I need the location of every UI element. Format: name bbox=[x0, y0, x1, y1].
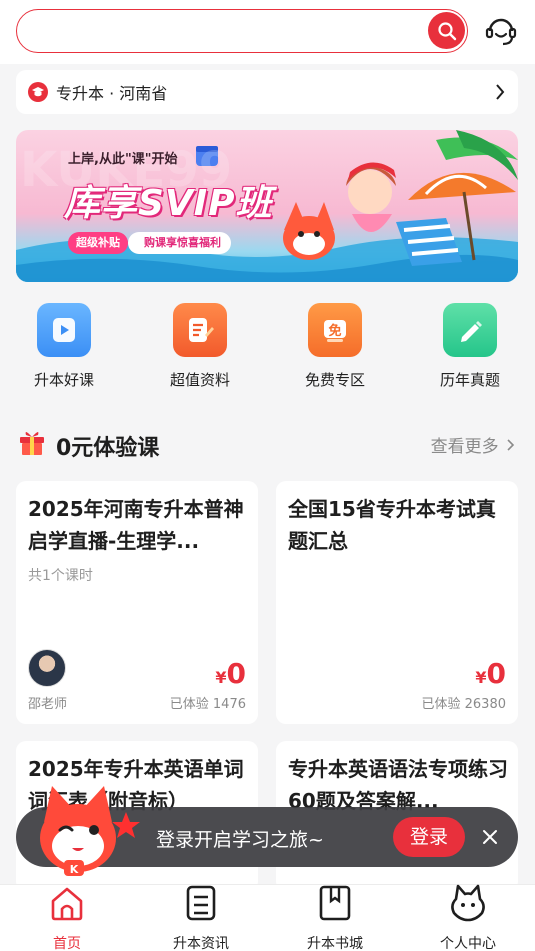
tab-label: 首页 bbox=[53, 936, 81, 951]
close-icon[interactable] bbox=[478, 825, 502, 849]
quick-nav-label: 免费专区 bbox=[304, 371, 365, 389]
quick-nav-label: 超值资料 bbox=[169, 371, 230, 389]
section-title: 0元体验课 bbox=[56, 436, 160, 461]
tab-news[interactable]: 升本资讯 bbox=[134, 885, 268, 951]
quick-nav-label: 升本好课 bbox=[33, 371, 94, 389]
chevron-right-icon bbox=[496, 84, 505, 100]
book-icon bbox=[319, 885, 351, 921]
quick-nav-past-exams[interactable]: 历年真题 bbox=[420, 300, 520, 390]
tried-count: 已体验 1476 bbox=[169, 697, 246, 712]
course-card[interactable]: 全国15省专升本考试真题汇总 ¥0 已体验 26380 bbox=[276, 481, 518, 724]
currency-symbol: ¥ bbox=[475, 668, 487, 687]
login-button[interactable]: 登录 bbox=[393, 817, 465, 857]
course-price: ¥0 bbox=[215, 657, 246, 690]
chevron-right-icon bbox=[507, 439, 515, 451]
course-price: ¥0 bbox=[475, 657, 506, 690]
tab-home[interactable]: 首页 bbox=[0, 885, 134, 951]
login-prompt-text: 登录开启学习之旅~ bbox=[156, 829, 324, 851]
profile-icon bbox=[451, 884, 485, 922]
teacher-name: 邵老师 bbox=[28, 697, 68, 712]
quick-nav-label: 历年真题 bbox=[439, 371, 500, 389]
header bbox=[0, 0, 535, 64]
search-bar[interactable] bbox=[16, 9, 468, 53]
banner-tagline: 上岸,从此"课"开始 bbox=[68, 152, 178, 167]
section-header: 0元体验课 查看更多 bbox=[16, 424, 518, 464]
banner-pill-left: 超级补贴 bbox=[68, 232, 128, 254]
pencil-icon bbox=[443, 303, 497, 357]
course-title: 全国15省专升本考试真题汇总 bbox=[288, 497, 496, 553]
promo-banner[interactable]: KUKE99 上岸,从此"课"开始 库享SVIP班 购课享惊喜福利 超级补贴 bbox=[16, 130, 518, 282]
search-button[interactable] bbox=[428, 12, 465, 49]
customer-service-icon[interactable] bbox=[484, 14, 518, 48]
news-icon bbox=[186, 885, 216, 921]
view-more-label: 查看更多 bbox=[430, 437, 499, 457]
search-input[interactable] bbox=[33, 18, 413, 44]
document-edit-icon bbox=[173, 303, 227, 357]
quick-nav-courses[interactable]: 升本好课 bbox=[14, 300, 114, 390]
tab-bookstore[interactable]: 升本书城 bbox=[268, 885, 402, 951]
course-lesson-count: 共1个课时 bbox=[28, 568, 93, 584]
course-card[interactable]: 2025年河南专升本普神启学直播-生理学... 共1个课时 邵老师 ¥0 已体验… bbox=[16, 481, 258, 724]
banner-pill-right: 购课享惊喜福利 bbox=[128, 232, 231, 254]
play-card-icon bbox=[37, 303, 91, 357]
tab-label: 升本资讯 bbox=[173, 936, 229, 951]
teacher-avatar bbox=[28, 649, 66, 687]
search-icon bbox=[437, 21, 456, 40]
hat-badge-icon bbox=[28, 82, 48, 102]
banner-headline: 库享SVIP班 bbox=[64, 183, 273, 224]
course-title: 2025年河南专升本普神启学直播-生理学... bbox=[28, 497, 244, 553]
svg-text:免: 免 bbox=[328, 323, 341, 339]
region-label: 专升本 · 河南省 bbox=[56, 84, 168, 103]
free-box-icon: 免 bbox=[308, 303, 362, 357]
tab-label: 升本书城 bbox=[307, 936, 363, 951]
bottom-tab-bar: 首页 升本资讯 升本书城 个人中心 bbox=[0, 884, 535, 951]
quick-nav-free[interactable]: 免 免费专区 bbox=[285, 300, 385, 390]
fox-mascot-icon: K bbox=[40, 786, 140, 876]
price-value: 0 bbox=[226, 657, 246, 690]
tab-profile[interactable]: 个人中心 bbox=[401, 884, 535, 951]
currency-symbol: ¥ bbox=[215, 668, 227, 687]
home-icon bbox=[51, 887, 83, 921]
price-value: 0 bbox=[486, 657, 506, 690]
svg-text:K: K bbox=[70, 863, 79, 876]
region-selector[interactable]: 专升本 · 河南省 bbox=[16, 70, 518, 114]
tried-count: 已体验 26380 bbox=[421, 697, 507, 712]
view-more-link[interactable]: 查看更多 bbox=[431, 432, 516, 457]
quick-nav: 升本好课 超值资料 免 免费专区 历年真题 bbox=[0, 300, 535, 400]
gift-icon bbox=[20, 431, 44, 455]
quick-nav-materials[interactable]: 超值资料 bbox=[150, 300, 250, 390]
tab-label: 个人中心 bbox=[440, 936, 496, 951]
